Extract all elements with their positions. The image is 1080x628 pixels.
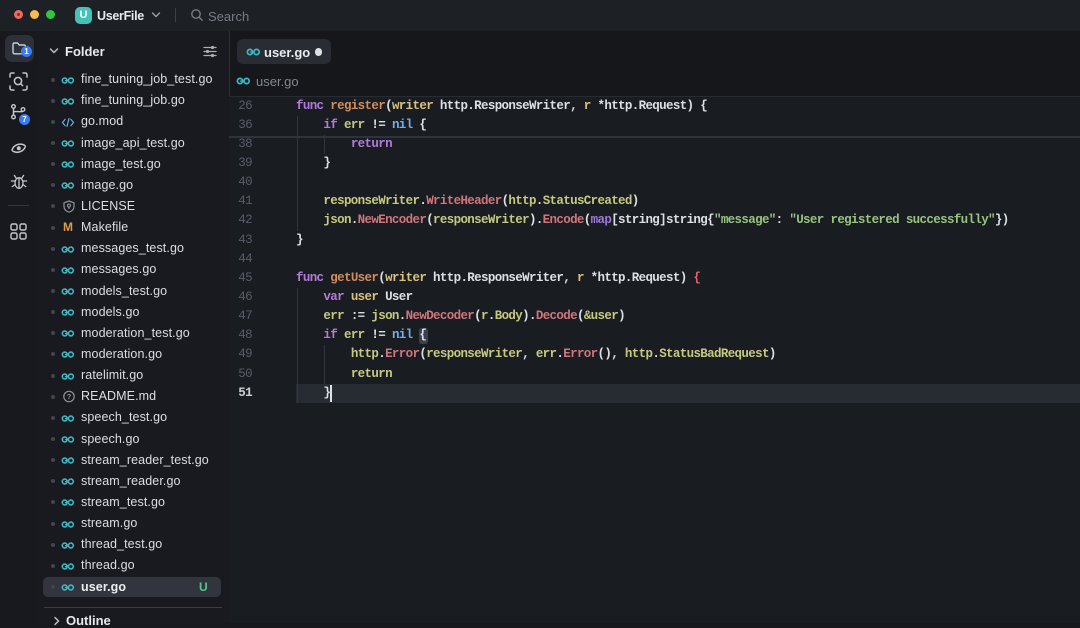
svg-text:?: ?	[67, 392, 72, 401]
